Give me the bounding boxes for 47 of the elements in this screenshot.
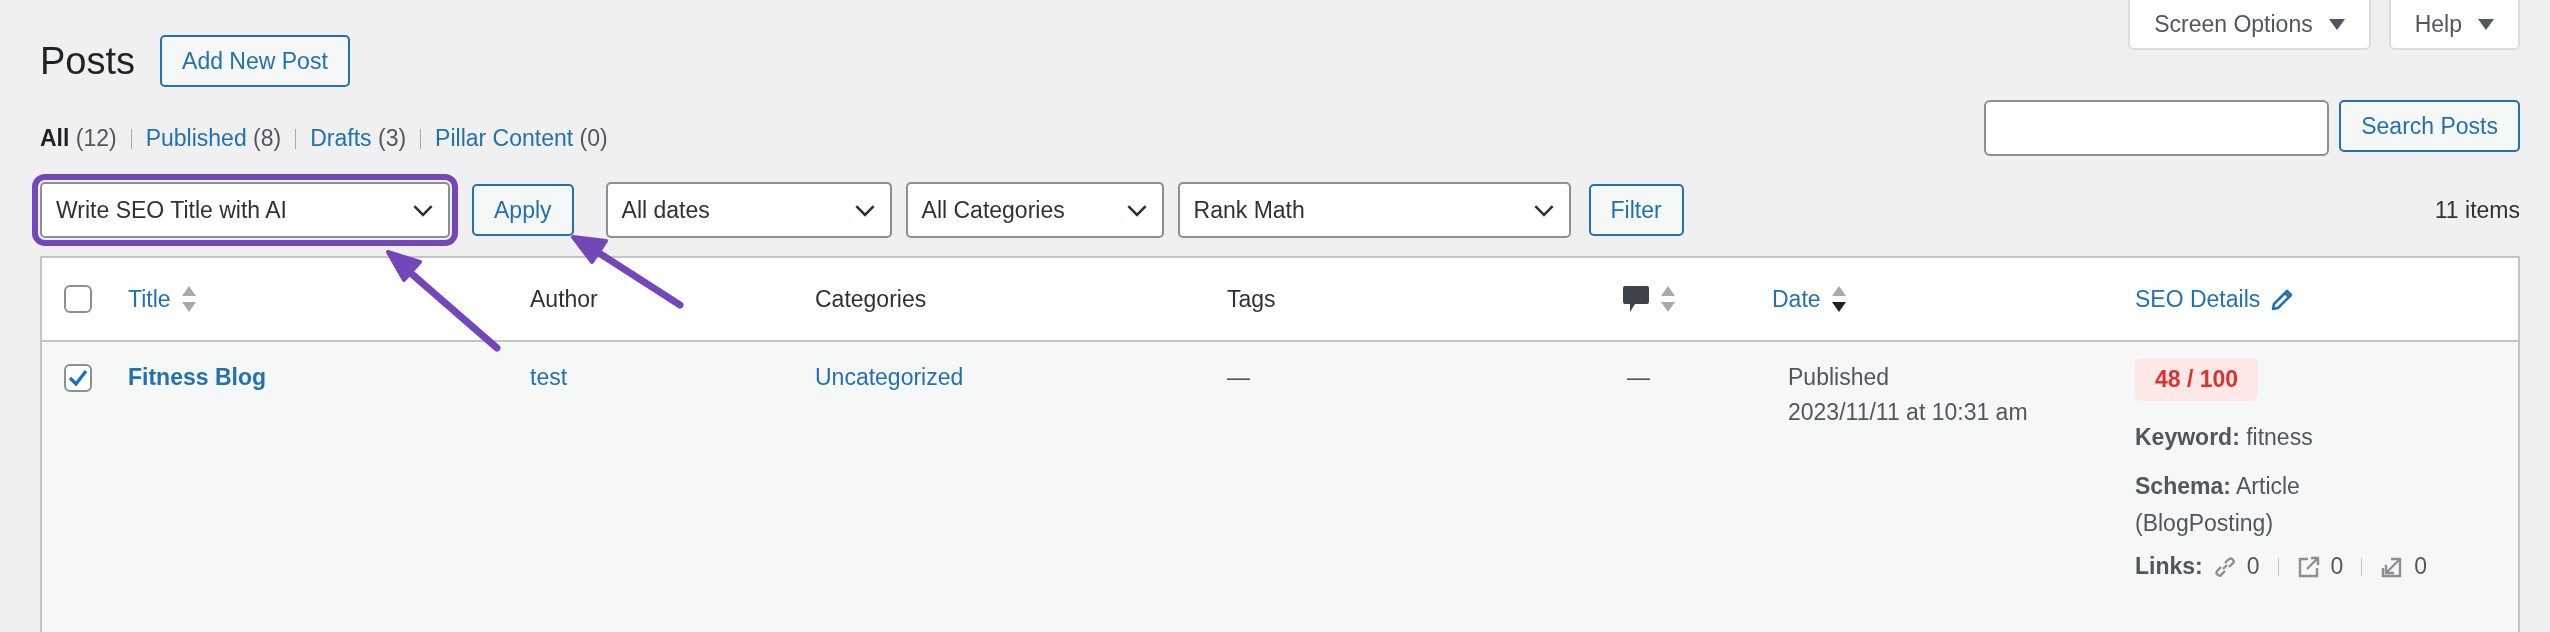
link-icon [2212,554,2237,579]
author-link[interactable]: test [530,364,568,390]
column-header: Tags [1227,285,1276,313]
category-link[interactable]: Uncategorized [815,364,964,390]
column-header: Categories [815,285,927,313]
select-all-checkbox[interactable] [64,285,92,313]
schema-type: Schema: Article (BlogPosting) [2135,471,2301,538]
filter-button[interactable]: Filter [1588,184,1684,236]
status-filter-link[interactable]: Published (8) [145,125,282,152]
focus-keyword: Keyword: fitness [2135,423,2314,452]
search-field[interactable] [1984,100,2330,156]
checkmark-icon [68,369,88,387]
post-status: Published [1788,364,1891,391]
filter-dropdown[interactable]: All dates [605,182,892,238]
item-count: 11 items [2434,196,2520,224]
screen-meta-tab[interactable]: Screen Options [2128,0,2371,50]
filter-dropdown[interactable]: All Categories [905,182,1164,238]
row-checkbox[interactable] [64,364,92,392]
screen-meta-tab[interactable]: Help [2388,0,2520,50]
link-count: 0 [2330,553,2344,581]
table-cell: — [1627,364,1650,390]
page-title: Posts [40,39,136,83]
table-cell: — [1227,364,1250,390]
link-count: 0 [2246,553,2260,581]
add-new-button[interactable]: Add New Post [160,35,350,87]
links-label: Links: [2135,553,2203,581]
status-filter-link[interactable]: Drafts (3) [310,125,407,152]
seo-score-badge: 48 / 100 [2135,358,2259,401]
filter-dropdown[interactable]: Rank Math [1177,182,1571,238]
apply-button[interactable]: Apply [472,184,574,236]
external-link-icon [2296,554,2321,579]
column-header: Author [530,285,598,313]
chevron-down-icon [853,203,876,217]
status-filter-link[interactable]: All (12) [40,125,117,152]
comment-icon[interactable] [1622,284,1650,314]
chevron-down-icon [1532,203,1555,217]
link-count: 0 [2414,553,2428,581]
column-header[interactable]: SEO Details [2135,285,2261,313]
sort-icon[interactable] [1830,284,1847,314]
status-filter-link[interactable]: Pillar Content (0) [435,125,608,152]
search-button[interactable]: Search Posts [2339,100,2520,152]
chevron-down-icon [1125,203,1148,217]
column-header[interactable]: Date [1772,285,1821,313]
chevron-down-icon [412,203,434,217]
column-header[interactable]: Title [128,285,171,313]
post-date: 2023/11/11 at 10:31 am [1788,399,2029,426]
post-title-link[interactable]: Fitness Blog [128,364,266,390]
